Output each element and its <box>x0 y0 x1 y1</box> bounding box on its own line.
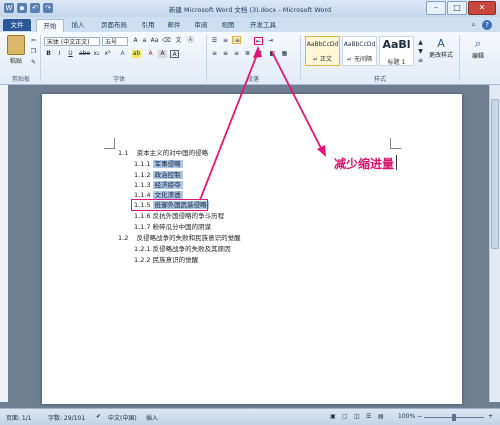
view-web-icon[interactable]: ◫ <box>354 413 360 420</box>
arrow-head <box>253 46 262 58</box>
text-cursor <box>396 155 397 170</box>
proofing-icon[interactable]: ✔ <box>96 413 101 420</box>
view-print-layout-icon[interactable]: ▣ <box>330 413 336 420</box>
zoom-slider-knob[interactable] <box>452 414 456 421</box>
annotation-label: 减少缩进量 <box>334 157 395 171</box>
zoom-out-icon[interactable]: − <box>417 413 422 420</box>
zoom-in-icon[interactable]: + <box>488 413 493 420</box>
view-fullscreen-icon[interactable]: ▢ <box>342 413 348 420</box>
view-draft-icon[interactable]: ▤ <box>378 413 384 420</box>
zoom-level[interactable]: 100% <box>398 413 415 420</box>
language-status[interactable]: 中文(中国) <box>108 413 137 422</box>
view-outline-icon[interactable]: ☰ <box>366 413 371 420</box>
arrow-line <box>271 51 323 151</box>
annotation-arrows <box>199 46 326 201</box>
insert-mode[interactable]: 插入 <box>146 413 158 422</box>
word-count[interactable]: 字数: 29/101 <box>48 413 85 422</box>
status-bar: 页面: 1/1 字数: 29/101 ✔ 中文(中国) 插入 ▣ ▢ ◫ ☰ ▤… <box>0 408 500 425</box>
page-count[interactable]: 页面: 1/1 <box>6 413 32 422</box>
arrow-line <box>199 51 259 201</box>
arrow-head <box>317 145 326 157</box>
